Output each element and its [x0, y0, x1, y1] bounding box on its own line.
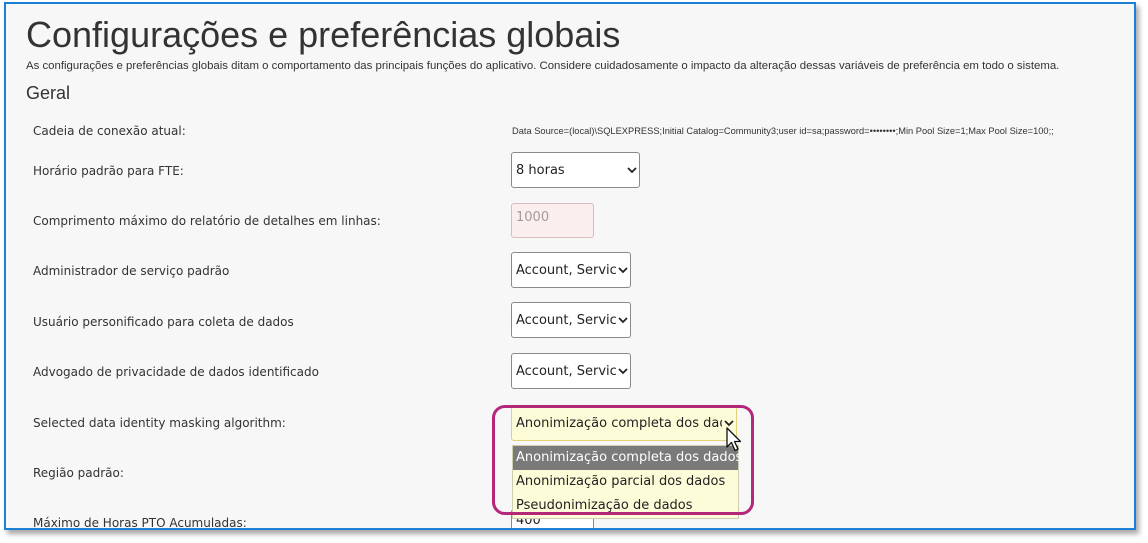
dropdown-option-pseudonymization[interactable]: Pseudonimização de dados	[513, 494, 738, 518]
masking-algorithm-select[interactable]: Anonimização completa dos dados	[511, 405, 737, 441]
dropdown-option-full-anonymization[interactable]: Anonimização completa dos dados	[513, 446, 742, 470]
chevron-down-icon	[616, 316, 630, 324]
chevron-down-icon	[722, 419, 736, 427]
masking-algorithm-value: Anonimização completa dos dados	[516, 415, 722, 431]
default-region-label: Região padrão:	[33, 466, 124, 480]
default-admin-select[interactable]: Account, Service	[511, 252, 631, 288]
default-admin-label: Administrador de serviço padrão	[33, 264, 230, 278]
app-window: Configurações e preferências globais As …	[4, 2, 1136, 530]
max-report-length-label: Comprimento máximo do relatório de detal…	[33, 214, 381, 228]
max-pto-hours-label: Máximo de Horas PTO Acumuladas:	[33, 516, 247, 530]
impersonated-user-value: Account, Service	[516, 312, 616, 328]
fte-select-value: 8 horas	[516, 162, 565, 178]
chevron-down-icon	[616, 367, 630, 375]
mouse-cursor-icon	[726, 427, 744, 457]
breadcrumb	[6, 4, 1134, 9]
connection-string-value: Data Source=(local)\SQLEXPRESS;Initial C…	[512, 126, 1054, 136]
fte-label: Horário padrão para FTE:	[33, 164, 184, 178]
max-report-length-input[interactable]: 1000	[511, 203, 594, 238]
page-description: As configurações e preferências globais …	[26, 60, 1060, 72]
privacy-advocate-select[interactable]: Account, Service	[511, 353, 631, 389]
connection-string-label: Cadeia de conexão atual:	[33, 124, 186, 138]
impersonated-user-select[interactable]: Account, Service	[511, 302, 631, 338]
masking-algorithm-label: Selected data identity masking algorithm…	[33, 416, 286, 430]
page-title: Configurações e preferências globais	[26, 14, 621, 55]
chevron-down-icon	[625, 166, 639, 174]
section-title-general: Geral	[26, 83, 71, 103]
dropdown-option-partial-anonymization[interactable]: Anonimização parcial dos dados	[513, 470, 738, 494]
privacy-advocate-value: Account, Service	[516, 363, 616, 379]
impersonated-user-label: Usuário personificado para coleta de dad…	[33, 315, 294, 329]
masking-algorithm-dropdown: Anonimização completa dos dados Anonimiz…	[512, 445, 742, 519]
privacy-advocate-label: Advogado de privacidade de dados identif…	[33, 365, 319, 379]
default-admin-value: Account, Service	[516, 262, 616, 278]
fte-select[interactable]: 8 horas	[511, 152, 640, 188]
chevron-down-icon	[616, 266, 630, 274]
